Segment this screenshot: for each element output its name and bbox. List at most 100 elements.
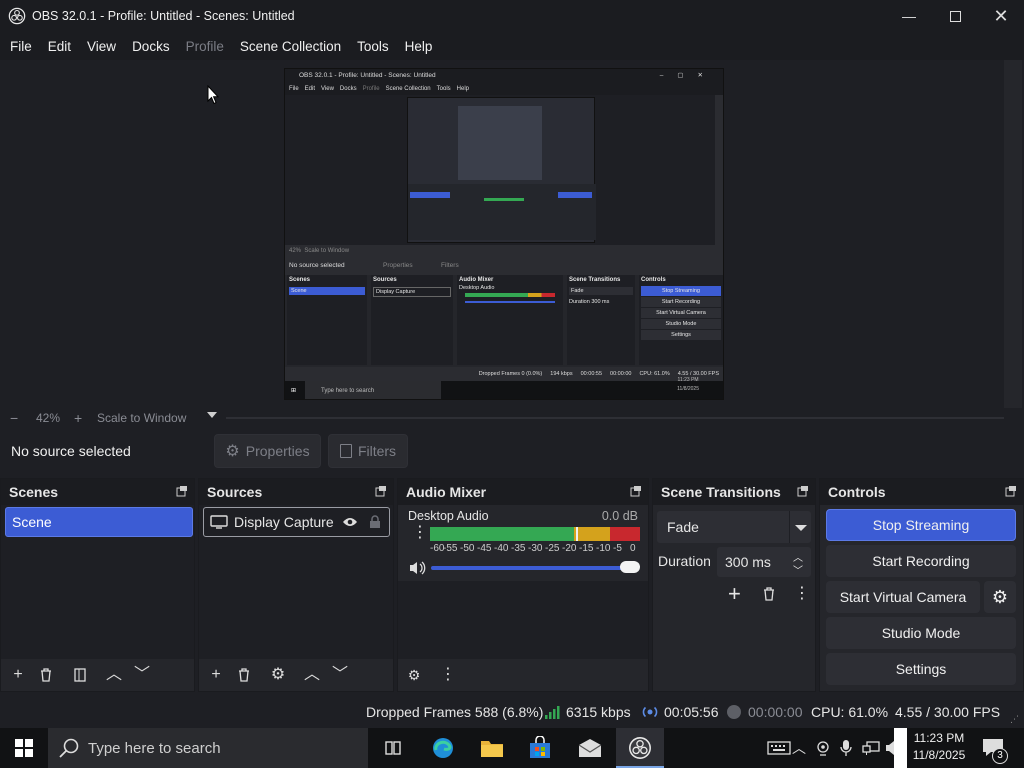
source-toolbar: No source selected ⚙ Properties Filters xyxy=(0,430,1024,474)
horizontal-scrollbar[interactable] xyxy=(226,417,1004,419)
remove-scene-icon[interactable] xyxy=(38,667,54,683)
maximize-button[interactable] xyxy=(932,0,978,32)
menu-docks[interactable]: Docks xyxy=(124,39,178,54)
scenes-dock: Scenes Scene + ︿ ﹀ xyxy=(0,478,195,692)
meter-green xyxy=(430,527,574,541)
undock-icon[interactable] xyxy=(375,485,387,497)
mini-status-dropped: Dropped Frames 0 (0.0%) xyxy=(478,371,543,377)
transition-properties-kebab-icon[interactable]: ⋮ xyxy=(794,586,810,602)
taskbar-search-box[interactable]: Type here to search xyxy=(48,728,368,768)
mini-status-cpu: CPU: 61.0% xyxy=(639,371,670,377)
mini-status-bitrate: 194 kbps xyxy=(550,371,573,377)
transition-select[interactable]: Fade xyxy=(657,511,811,543)
meter-tick-label: -35 xyxy=(511,543,526,554)
move-source-down-icon[interactable]: ﹀ xyxy=(332,667,348,683)
obs-taskbar-button[interactable] xyxy=(616,728,664,768)
preview-canvas[interactable]: OBS 32.0.1 - Profile: Untitled - Scenes:… xyxy=(284,68,724,400)
advanced-audio-gears-icon[interactable]: ⚙ xyxy=(406,667,422,683)
sources-toolbar: + ⚙ ︿ ﹀ xyxy=(199,659,393,691)
file-explorer-icon[interactable] xyxy=(480,737,504,759)
undock-icon[interactable] xyxy=(630,485,642,497)
task-view-icon[interactable] xyxy=(383,738,403,758)
sources-dock-title: Sources xyxy=(199,479,393,505)
chevron-down-icon[interactable] xyxy=(795,525,807,531)
microsoft-store-icon[interactable] xyxy=(528,736,552,760)
resize-grip-icon[interactable]: ⋰ xyxy=(1010,714,1019,725)
menu-profile[interactable]: Profile xyxy=(178,39,232,54)
meter-tick-label: -25 xyxy=(545,543,560,554)
menu-edit[interactable]: Edit xyxy=(40,39,79,54)
speaker-icon[interactable] xyxy=(408,560,426,576)
settings-button[interactable]: Settings xyxy=(826,653,1016,685)
zoom-in-button[interactable]: + xyxy=(74,410,82,426)
mini-studio-mode: Studio Mode xyxy=(641,319,721,329)
audio-mixer-menu-kebab-icon[interactable]: ⋮ xyxy=(440,667,456,683)
visibility-eye-icon[interactable] xyxy=(342,516,358,528)
menu-view[interactable]: View xyxy=(79,39,124,54)
undock-icon[interactable] xyxy=(797,485,809,497)
volume-slider-track[interactable] xyxy=(431,566,629,570)
mini-transitions-dock: Scene Transitions Fade Duration 300 ms xyxy=(567,275,635,365)
show-desktop-edge[interactable] xyxy=(894,728,907,768)
menu-help[interactable]: Help xyxy=(397,39,441,54)
audio-options-kebab-icon[interactable]: ⋮ xyxy=(412,525,428,541)
move-scene-up-icon[interactable]: ︿ xyxy=(106,667,122,683)
lock-icon[interactable] xyxy=(369,515,381,529)
clock-date: 11/8/2025 xyxy=(912,748,966,762)
mini-scenes-dock: Scenes Scene xyxy=(287,275,367,365)
zoom-out-button[interactable]: − xyxy=(10,410,18,426)
edge-browser-icon[interactable] xyxy=(430,736,456,760)
start-virtual-camera-button[interactable]: Start Virtual Camera xyxy=(826,581,980,613)
menu-file[interactable]: File xyxy=(2,39,40,54)
scene-item[interactable]: Scene xyxy=(5,507,193,537)
undock-icon[interactable] xyxy=(176,485,188,497)
microphone-icon[interactable] xyxy=(839,739,853,757)
scene-filters-icon[interactable] xyxy=(72,667,88,683)
mail-icon[interactable] xyxy=(577,737,603,759)
filters-button[interactable]: Filters xyxy=(328,434,408,468)
network-icon[interactable] xyxy=(862,740,880,756)
remove-transition-icon[interactable] xyxy=(761,586,777,602)
stream-time: 00:05:56 xyxy=(664,704,719,720)
obs-logo-icon xyxy=(629,737,651,759)
undock-icon[interactable] xyxy=(1005,485,1017,497)
remove-source-icon[interactable] xyxy=(236,667,252,683)
scenes-list[interactable]: Scene xyxy=(1,505,194,659)
mini-clock: 11:23 PM 11/8/2025 xyxy=(677,376,699,394)
chevron-up-icon[interactable]: ︿ xyxy=(792,738,806,758)
move-scene-down-icon[interactable]: ﹀ xyxy=(134,667,150,683)
add-scene-icon[interactable]: + xyxy=(10,667,26,683)
menu-scene-collection[interactable]: Scene Collection xyxy=(232,39,349,54)
windows-start-icon[interactable] xyxy=(15,739,33,757)
mini-settings: Settings xyxy=(641,330,721,340)
webcam-icon[interactable] xyxy=(815,740,831,756)
mini-zoom-bar: 42% Scale to Window xyxy=(285,245,723,257)
meter-tick-label: -50 xyxy=(460,543,475,554)
move-source-up-icon[interactable]: ︿ xyxy=(304,667,320,683)
mini-properties: Properties xyxy=(383,262,413,269)
menu-tools[interactable]: Tools xyxy=(349,39,397,54)
source-properties-gear-icon[interactable]: ⚙ xyxy=(270,667,286,683)
source-item[interactable]: Display Capture xyxy=(203,507,390,537)
zoom-mode-dropdown-icon[interactable] xyxy=(207,412,217,418)
preview-scrollbar[interactable] xyxy=(1004,60,1022,408)
taskbar-clock[interactable]: 11:23 PM 11/8/2025 xyxy=(907,730,971,766)
minimize-button[interactable]: — xyxy=(886,0,932,32)
duration-spinbox[interactable]: 300 ms ︿ ﹀ xyxy=(717,547,811,577)
mini-zoom-percent: 42% xyxy=(289,248,302,254)
stop-streaming-button[interactable]: Stop Streaming xyxy=(826,509,1016,541)
duration-down-icon[interactable]: ﹀ xyxy=(793,562,803,577)
studio-mode-button[interactable]: Studio Mode xyxy=(826,617,1016,649)
close-button[interactable]: ✕ xyxy=(978,0,1024,32)
zoom-mode[interactable]: Scale to Window xyxy=(97,411,186,425)
virtual-camera-settings-button[interactable]: ⚙ xyxy=(984,581,1016,613)
source-item-label: Display Capture xyxy=(234,514,334,530)
keyboard-icon[interactable] xyxy=(767,741,791,755)
add-transition-icon[interactable]: + xyxy=(728,583,741,605)
scenes-dock-title: Scenes xyxy=(1,479,194,505)
add-source-icon[interactable]: + xyxy=(208,667,224,683)
start-recording-button[interactable]: Start Recording xyxy=(826,545,1016,577)
properties-button[interactable]: ⚙ Properties xyxy=(214,434,321,468)
volume-slider-handle[interactable] xyxy=(620,561,640,573)
sources-list[interactable]: Display Capture xyxy=(199,505,393,659)
